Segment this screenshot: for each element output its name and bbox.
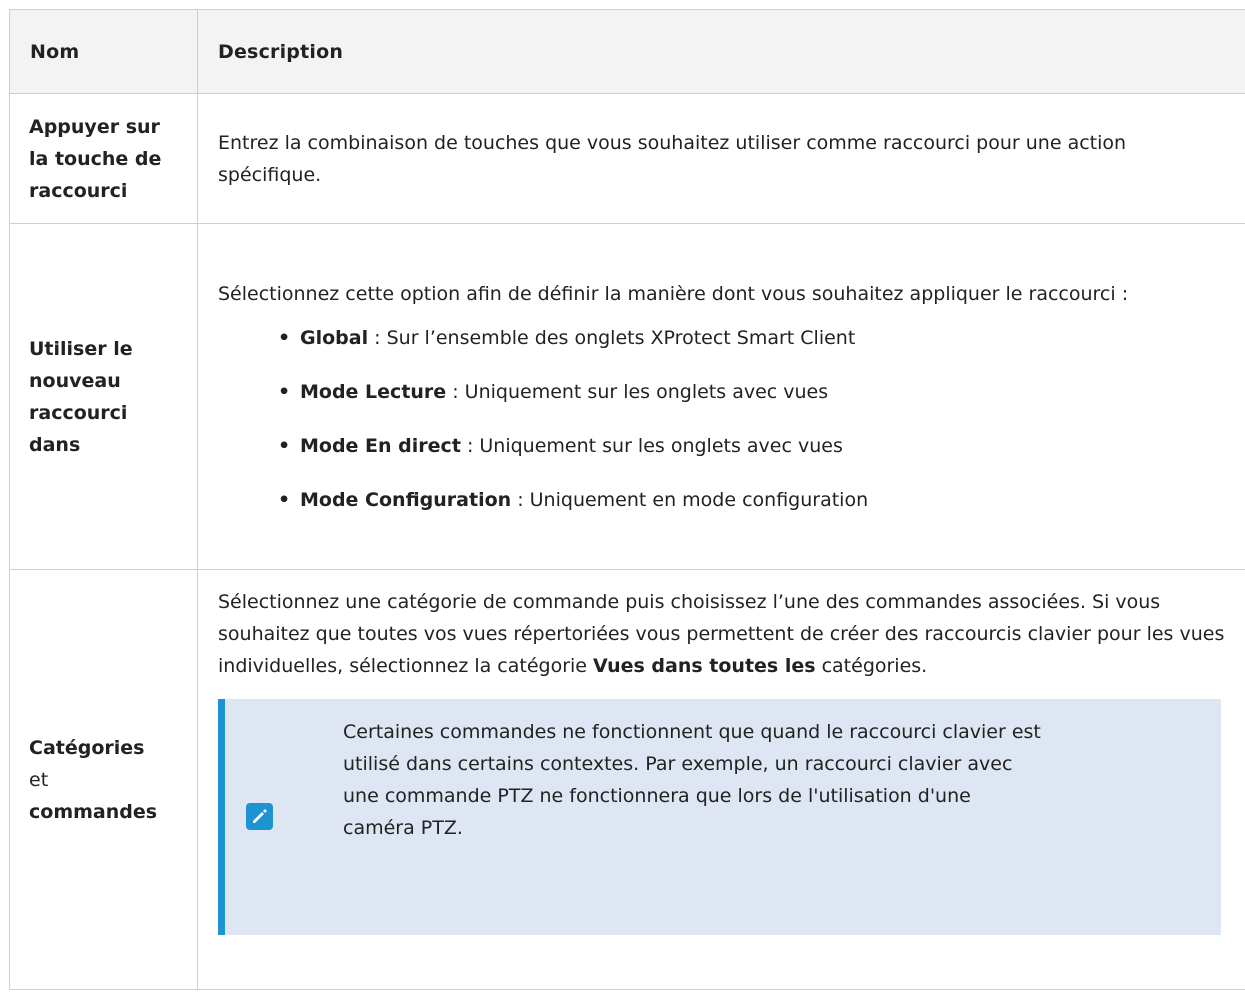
categories-paragraph: Sélectionnez une catégorie de commande p… <box>218 586 1233 682</box>
paragraph-text-end: catégories. <box>815 655 928 677</box>
name-part-plain: et <box>29 768 49 791</box>
note-box: Certaines commandes ne fonctionnent que … <box>218 699 1221 935</box>
options-list: • Global : Sur l’ensemble des onglets XPr… <box>218 322 1233 516</box>
table-row: Appuyer sur la touche de raccourci Entre… <box>9 93 1245 224</box>
option-text: : Uniquement en mode configuration <box>511 488 869 511</box>
name-part-bold: commandes <box>29 800 158 823</box>
bullet-icon: • <box>278 488 291 511</box>
row-description-shortcut-key: Entrez la combinaison de touches que vou… <box>197 93 1245 224</box>
header-description: Description <box>197 9 1245 94</box>
option-text: : Sur l’ensemble des onglets XProtect Sm… <box>368 326 856 349</box>
option-label: Mode Lecture <box>300 380 447 403</box>
row-name-shortcut-key: Appuyer sur la touche de raccourci <box>9 93 198 224</box>
row-name-use-shortcut-in: Utiliser le nouveau raccourci dans <box>9 223 198 570</box>
bullet-icon: • <box>278 326 291 349</box>
option-label: Mode En direct <box>300 434 461 457</box>
header-name: Nom <box>9 9 198 94</box>
table-row: Catégories et commandes Sélectionnez une… <box>9 569 1245 990</box>
list-item: • Mode Lecture : Uniquement sur les ongle… <box>218 376 1233 408</box>
option-text: : Uniquement sur les onglets avec vues <box>446 380 829 403</box>
option-label: Mode Configuration <box>300 488 512 511</box>
options-intro: Sélectionnez cette option afin de défini… <box>218 282 1129 305</box>
option-text: : Uniquement sur les onglets avec vues <box>460 434 843 457</box>
name-part-bold: Catégories <box>29 736 145 759</box>
shortcut-options-table: Nom Description Appuyer sur la touche de… <box>9 9 1245 990</box>
table-header-row: Nom Description <box>9 9 1245 94</box>
list-item: • Mode Configuration : Uniquement en mode… <box>218 484 1233 516</box>
row-description-use-shortcut-in: Sélectionnez cette option afin de défini… <box>197 223 1245 570</box>
row-description-categories-commands: Sélectionnez une catégorie de commande p… <box>197 569 1245 990</box>
table-row: Utiliser le nouveau raccourci dans Sélec… <box>9 223 1245 570</box>
bullet-icon: • <box>278 380 291 403</box>
note-text: Certaines commandes ne fonctionnent que … <box>343 721 1041 839</box>
pencil-icon <box>246 803 273 830</box>
row-name-categories-commands: Catégories et commandes <box>9 569 198 990</box>
option-label: Global <box>300 326 369 349</box>
list-item: • Global : Sur l’ensemble des onglets XPr… <box>218 322 1233 354</box>
paragraph-bold: Vues dans toutes les <box>593 655 816 677</box>
bullet-icon: • <box>278 434 291 457</box>
list-item: • Mode En direct : Uniquement sur les ong… <box>218 430 1233 462</box>
